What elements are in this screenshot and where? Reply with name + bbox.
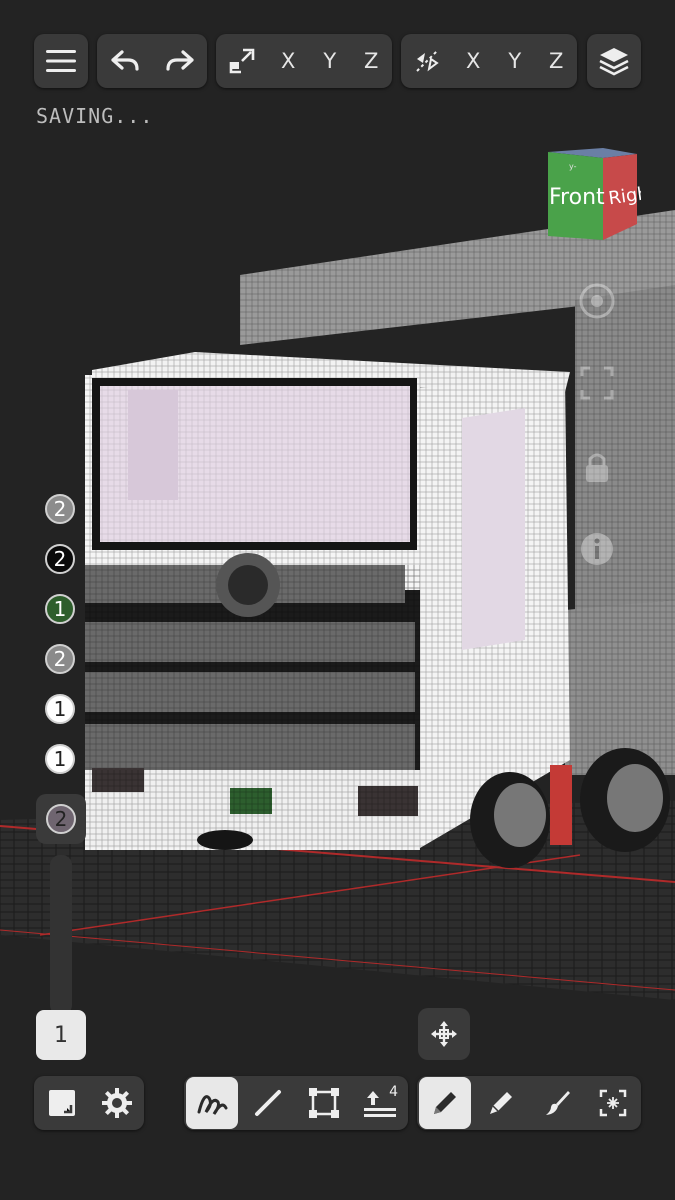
paint-mode-button[interactable] xyxy=(531,1076,583,1130)
palette-swatch[interactable]: 2 xyxy=(45,494,75,524)
layers-group xyxy=(587,34,641,88)
symmetry-axis-y[interactable]: Y xyxy=(498,34,532,88)
settings-button[interactable] xyxy=(92,1076,142,1130)
palette-swatch[interactable]: 1 xyxy=(45,694,75,724)
view-cube-top-label: y- xyxy=(569,162,577,171)
canvas-settings-group xyxy=(34,1076,144,1130)
erase-mode-button[interactable] xyxy=(475,1076,527,1130)
symmetry-axis-x[interactable]: X xyxy=(456,34,490,88)
symmetry-axis-z[interactable]: Z xyxy=(539,34,573,88)
mirror-axis-x[interactable]: X xyxy=(271,34,305,88)
box-tool-button[interactable] xyxy=(298,1076,350,1130)
palette-swatch[interactable]: 2 xyxy=(45,644,75,674)
visibility-icon[interactable] xyxy=(578,282,616,320)
palette-scroll-track[interactable] xyxy=(50,855,72,1015)
view-cube[interactable]: y- Front Right xyxy=(545,146,641,242)
layer-indicator-button[interactable]: 1 xyxy=(36,1010,86,1060)
box-select-icon xyxy=(309,1088,339,1118)
canvas-frame-button[interactable] xyxy=(37,1076,87,1130)
symmetry-toggle-button[interactable] xyxy=(405,34,449,88)
view-cube-front-label: Front xyxy=(549,185,605,210)
move-tool-button[interactable] xyxy=(418,1008,470,1060)
mirror-axis-z[interactable]: Z xyxy=(354,34,388,88)
pen-icon xyxy=(490,1092,512,1114)
color-picker-target-icon xyxy=(599,1089,627,1117)
history-group xyxy=(97,34,207,88)
line-tool-button[interactable] xyxy=(242,1076,294,1130)
pencil-icon xyxy=(434,1092,456,1114)
undo-icon xyxy=(110,50,139,71)
symmetry-group: X Y Z xyxy=(401,34,577,88)
brush-icon xyxy=(546,1091,570,1115)
freehand-tool-button[interactable] xyxy=(186,1077,238,1129)
freehand-squiggle-icon xyxy=(197,1095,228,1115)
menu-group xyxy=(34,34,88,88)
draw-mode-button[interactable] xyxy=(419,1077,471,1129)
undo-button[interactable] xyxy=(100,34,150,88)
mirror-group: X Y Z xyxy=(216,34,392,88)
selected-color-swatch[interactable]: 2 xyxy=(46,804,76,834)
selected-color-wrap: 2 xyxy=(36,794,86,844)
move-arrows-icon xyxy=(431,1021,457,1047)
info-icon[interactable] xyxy=(578,530,616,568)
extrude-height-badge: 4 xyxy=(389,1084,398,1100)
line-icon xyxy=(255,1090,281,1116)
mirror-icon xyxy=(229,48,255,74)
palette-swatch[interactable]: 2 xyxy=(45,544,75,574)
mirror-axis-y[interactable]: Y xyxy=(313,34,347,88)
menu-button[interactable] xyxy=(46,34,76,88)
mirror-toggle-button[interactable] xyxy=(220,34,264,88)
lock-icon[interactable] xyxy=(578,448,616,486)
palette-swatch[interactable]: 1 xyxy=(45,594,75,624)
gear-icon xyxy=(101,1088,132,1118)
hamburger-icon xyxy=(46,50,76,72)
symmetry-icon xyxy=(416,50,439,72)
saving-status: SAVING... xyxy=(36,104,154,128)
redo-button[interactable] xyxy=(155,34,205,88)
pick-color-button[interactable] xyxy=(587,1076,639,1130)
layers-icon xyxy=(599,48,629,76)
palette-swatch[interactable]: 1 xyxy=(45,744,75,774)
stroke-tools-group: 4 xyxy=(184,1076,408,1130)
extrude-height-button[interactable]: 4 xyxy=(354,1076,406,1130)
frame-select-icon[interactable] xyxy=(578,364,616,402)
canvas-frame-icon xyxy=(48,1090,75,1116)
redo-icon xyxy=(165,50,194,71)
paint-mode-group xyxy=(417,1076,641,1130)
layers-button[interactable] xyxy=(598,34,630,88)
